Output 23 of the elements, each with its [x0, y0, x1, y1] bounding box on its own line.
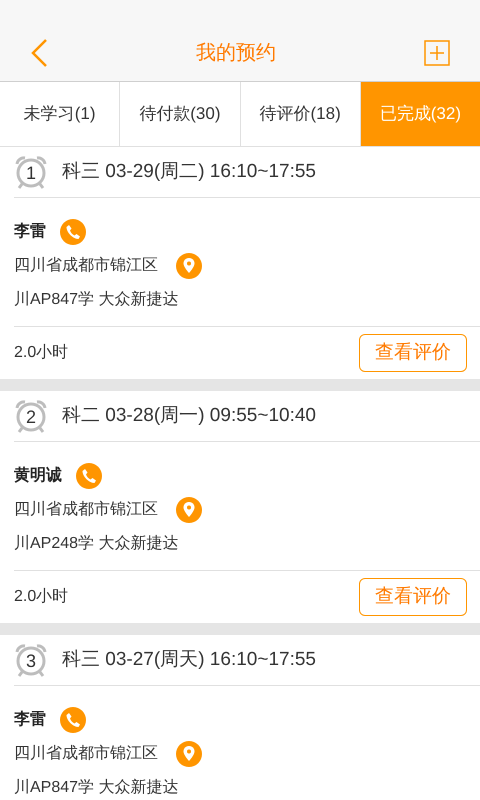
address-text: 四川省成都市锦江区	[14, 500, 158, 520]
lesson-time: 科三 03-29(周二) 16:10~17:55	[62, 160, 316, 184]
lesson-time: 科三 03-27(周天) 16:10~17:55	[62, 648, 316, 672]
car-text: 川AP248学 大众新捷达	[14, 534, 180, 554]
location-pin-icon[interactable]	[176, 741, 202, 767]
car-text: 川AP847学 大众新捷达	[14, 290, 180, 310]
back-icon[interactable]	[30, 38, 48, 68]
car-text: 川AP847学 大众新捷达	[14, 778, 180, 798]
address-text: 四川省成都市锦江区	[14, 744, 158, 764]
coach-name: 黄明诚	[14, 466, 62, 486]
duration-text: 2.0小时	[14, 586, 68, 607]
phone-icon[interactable]	[60, 707, 86, 733]
address-text: 四川省成都市锦江区	[14, 256, 158, 276]
duration-text: 2.0小时	[14, 342, 68, 363]
coach-name: 李雷	[14, 710, 46, 730]
coach-name: 李雷	[14, 222, 46, 242]
phone-icon[interactable]	[76, 463, 102, 489]
lesson-time: 科二 03-28(周一) 09:55~10:40	[62, 404, 316, 428]
phone-icon[interactable]	[60, 219, 86, 245]
page-title: 我的预约	[196, 41, 276, 66]
location-pin-icon[interactable]	[176, 497, 202, 523]
location-pin-icon[interactable]	[176, 253, 202, 279]
add-icon[interactable]	[424, 40, 450, 66]
